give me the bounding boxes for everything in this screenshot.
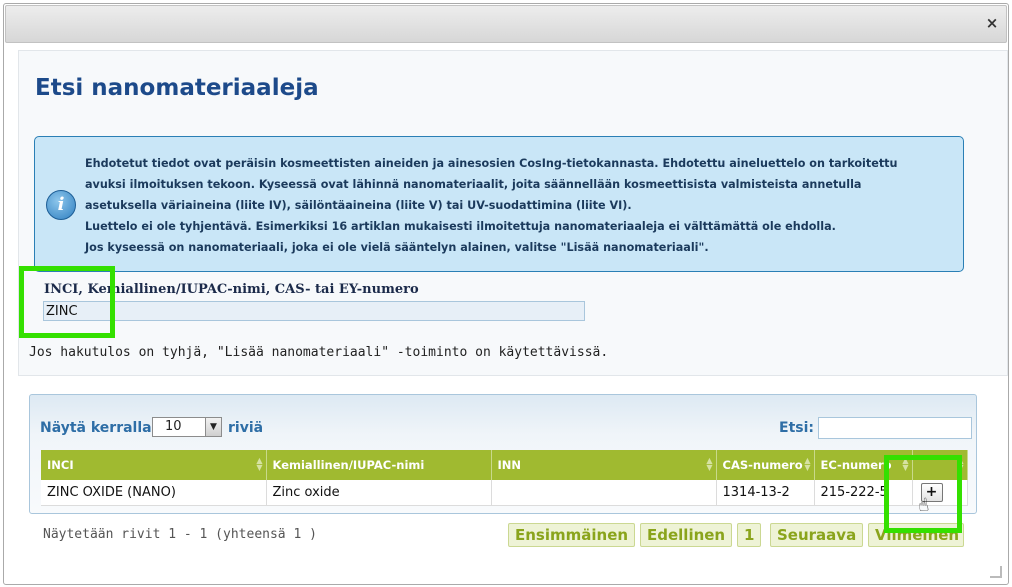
previous-page-button[interactable]: Edellinen [640, 523, 733, 547]
page-1-button[interactable]: 1 [737, 523, 762, 547]
column-header-cas[interactable]: CAS-numero ▲ ▼ [716, 450, 815, 480]
info-line: asetuksella väriaineina (liite IV), säil… [85, 199, 632, 212]
info-line: Ehdotetut tiedot ovat peräisin kosmeetti… [85, 157, 898, 170]
show-entries-label: Näytä kerralla [40, 420, 152, 436]
column-header-inn[interactable]: INN ▲ ▼ [491, 450, 717, 480]
column-header-chemical[interactable]: Kemiallinen/IUPAC-nimi [266, 450, 492, 480]
filter-label: Etsi: [779, 420, 814, 436]
resize-grip-icon[interactable] [990, 566, 1002, 578]
cell-chemical: Zinc oxide [266, 480, 492, 506]
sort-icon[interactable]: ▲ ▼ [804, 457, 810, 472]
sort-icon[interactable]: ▲ ▼ [256, 457, 262, 472]
cell-action: + [912, 480, 968, 506]
results-table: INCI ▲ ▼ Kemiallinen/IUPAC-nimi INN ▲ ▼ CAS-… [41, 450, 968, 506]
results-panel: Näytä kerralla 10 ▼ riviä Etsi: INCI ▲ ▼ K… [29, 394, 977, 514]
info-text: Ehdotetut tiedot ovat peräisin kosmeetti… [85, 153, 955, 258]
add-row-button[interactable]: + [920, 483, 943, 502]
table-info: Näytetään rivit 1 - 1 (yhteensä 1 ) [43, 527, 317, 542]
sort-icon[interactable]: ▲ ▼ [902, 457, 908, 472]
dialog: × Etsi nanomateriaaleja i Ehdotetut tied… [3, 3, 1009, 585]
cell-ec: 215-222-5 [814, 480, 913, 506]
info-line: avuksi ilmoituksen tekoon. Kyseessä ovat… [85, 178, 862, 191]
sort-icon[interactable]: ▲ ▼ [706, 457, 712, 472]
table-row[interactable]: ZINC OXIDE (NANO) Zinc oxide 1314-13-2 2… [41, 480, 968, 506]
column-header-label: INN [497, 458, 522, 472]
chevron-down-icon[interactable]: ▼ [205, 418, 221, 436]
table-header-row: INCI ▲ ▼ Kemiallinen/IUPAC-nimi INN ▲ ▼ CAS-… [41, 450, 968, 480]
column-header-label: EC-numero [820, 458, 892, 472]
page-size-select[interactable]: 10 ▼ [152, 417, 222, 437]
info-icon: i [46, 190, 76, 220]
column-header-label: CAS-numero [722, 458, 803, 472]
info-line: Luettelo ei ole tyhjentävä. Esimerkiksi … [85, 220, 836, 233]
rows-label: riviä [228, 420, 264, 436]
info-box: i Ehdotetut tiedot ovat peräisin kosmeet… [34, 136, 964, 272]
cell-inn [491, 480, 717, 506]
info-line: Jos kyseessä on nanomateriaali, joka ei … [85, 241, 709, 254]
page-size-value: 10 [165, 419, 182, 434]
search-label: INCI, Kemiallinen/IUPAC-nimi, CAS- tai E… [44, 282, 419, 297]
sort-icon[interactable]: ▲ ▼ [957, 457, 963, 472]
column-header-action[interactable]: ▲ ▼ [912, 450, 968, 480]
cell-inci: ZINC OXIDE (NANO) [41, 480, 267, 506]
column-header-inci[interactable]: INCI ▲ ▼ [41, 450, 267, 480]
hint-text: Jos hakutulos on tyhjä, "Lisää nanomater… [29, 345, 609, 360]
last-page-button[interactable]: Viimeinen [868, 523, 964, 547]
search-panel: Etsi nanomateriaaleja i Ehdotetut tiedot… [18, 50, 1008, 376]
column-header-ec[interactable]: EC-numero ▲ ▼ [814, 450, 913, 480]
next-page-button[interactable]: Seuraava [770, 523, 864, 547]
search-input[interactable] [43, 301, 585, 321]
dialog-titlebar[interactable]: × [5, 5, 1007, 43]
page-title: Etsi nanomateriaaleja [35, 75, 319, 101]
filter-input[interactable] [818, 417, 972, 439]
cell-cas: 1314-13-2 [716, 480, 815, 506]
first-page-button[interactable]: Ensimmäinen [508, 523, 636, 547]
column-header-label: INCI [47, 458, 74, 472]
column-header-label: Kemiallinen/IUPAC-nimi [272, 458, 425, 472]
close-icon[interactable]: × [984, 15, 1000, 31]
